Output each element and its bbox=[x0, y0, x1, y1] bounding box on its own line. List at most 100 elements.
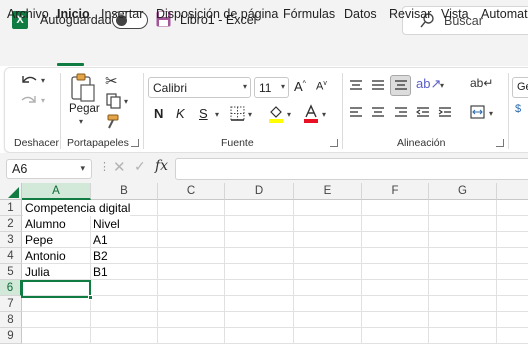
copy-icon[interactable] bbox=[106, 93, 122, 109]
active-tab-indicator bbox=[57, 63, 84, 66]
borders-dropdown-icon[interactable]: ▾ bbox=[248, 110, 252, 119]
insert-function-button[interactable]: fx bbox=[155, 158, 168, 174]
align-right-icon[interactable] bbox=[394, 106, 408, 118]
cell-b4[interactable]: B2 bbox=[91, 248, 108, 264]
cell-a2[interactable]: Alumno bbox=[23, 216, 66, 232]
row-header-7[interactable]: 7 bbox=[0, 296, 22, 312]
font-size-select[interactable]: 11 ▾ bbox=[254, 77, 289, 98]
decrease-font-icon[interactable]: Av bbox=[316, 80, 327, 93]
column-header-e[interactable]: E bbox=[294, 183, 362, 200]
cut-icon[interactable]: ✂ bbox=[105, 72, 118, 90]
column-header-a[interactable]: A bbox=[22, 183, 91, 200]
fill-handle[interactable] bbox=[88, 295, 93, 300]
increase-indent-icon[interactable] bbox=[438, 106, 452, 118]
column-header-c[interactable]: C bbox=[158, 183, 225, 200]
gridline bbox=[22, 311, 528, 312]
font-color-dropdown-icon[interactable]: ▾ bbox=[322, 110, 326, 119]
align-center-icon[interactable] bbox=[371, 106, 385, 118]
more-options-icon[interactable]: ⋮ bbox=[99, 160, 110, 173]
tab-insertar[interactable]: Insertar bbox=[101, 7, 143, 21]
row-header-6[interactable]: 6 bbox=[0, 280, 22, 296]
group-label-font: Fuente bbox=[221, 137, 254, 149]
column-header-h[interactable] bbox=[497, 183, 528, 200]
cell-b3[interactable]: A1 bbox=[91, 232, 108, 248]
paste-icon[interactable] bbox=[70, 73, 96, 103]
gridline bbox=[22, 295, 528, 296]
undo-icon[interactable] bbox=[19, 72, 39, 88]
align-left-icon[interactable] bbox=[349, 106, 363, 118]
chevron-down-icon: ▾ bbox=[80, 163, 85, 173]
row-header-2[interactable]: 2 bbox=[0, 216, 22, 232]
font-name-select[interactable]: Calibri ▾ bbox=[148, 77, 251, 98]
fill-color-dropdown-icon[interactable]: ▾ bbox=[287, 110, 291, 119]
gridline bbox=[428, 200, 429, 344]
cancel-icon: ✕ bbox=[113, 159, 126, 176]
tab-revisar[interactable]: Revisar bbox=[389, 7, 431, 21]
fill-color-icon[interactable] bbox=[267, 104, 285, 124]
chevron-down-icon: ▾ bbox=[242, 82, 247, 91]
tab-disposicion-pagina[interactable]: Disposición de página bbox=[156, 7, 278, 21]
name-box[interactable]: A6 ▾ bbox=[6, 159, 92, 179]
tab-vista[interactable]: Vista bbox=[441, 7, 469, 21]
cell-a3[interactable]: Pepe bbox=[23, 232, 53, 248]
bold-button[interactable]: N bbox=[154, 106, 163, 121]
group-label-undo: Deshacer bbox=[14, 137, 59, 149]
number-format-select[interactable]: Ge bbox=[512, 77, 528, 98]
tab-archivo[interactable]: Archivo bbox=[7, 7, 49, 21]
column-header-b[interactable]: B bbox=[91, 183, 158, 200]
row-header-8[interactable]: 8 bbox=[0, 312, 22, 328]
borders-icon[interactable] bbox=[230, 106, 245, 121]
formula-input[interactable] bbox=[175, 158, 528, 180]
underline-button[interactable]: S bbox=[199, 106, 208, 121]
column-header-g[interactable]: G bbox=[429, 183, 497, 200]
cell-a5[interactable]: Julia bbox=[23, 264, 50, 280]
tab-formulas[interactable]: Fórmulas bbox=[283, 7, 335, 21]
group-separator bbox=[342, 73, 343, 149]
align-top-icon[interactable] bbox=[349, 79, 363, 91]
cell-b2[interactable]: Nivel bbox=[91, 216, 120, 232]
row-header-5[interactable]: 5 bbox=[0, 264, 22, 280]
underline-dropdown-icon[interactable]: ▾ bbox=[215, 110, 219, 119]
merge-dropdown-icon[interactable]: ▾ bbox=[489, 109, 493, 118]
cell-a1[interactable]: Competencia digital bbox=[23, 200, 131, 216]
paste-dropdown-icon[interactable]: ▾ bbox=[79, 117, 83, 126]
copy-dropdown-icon[interactable]: ▾ bbox=[124, 97, 128, 106]
tab-automatizar[interactable]: Automati bbox=[481, 7, 528, 21]
cell-b5[interactable]: B1 bbox=[91, 264, 108, 280]
alignment-launcher-icon[interactable] bbox=[496, 139, 504, 147]
wrap-text-icon[interactable]: ab↵ bbox=[470, 76, 493, 90]
group-separator bbox=[60, 73, 61, 149]
paste-label[interactable]: Pegar bbox=[69, 103, 100, 115]
tab-datos[interactable]: Datos bbox=[344, 7, 377, 21]
orientation-icon[interactable]: ab↗ bbox=[416, 76, 441, 92]
column-header-f[interactable]: F bbox=[362, 183, 429, 200]
gridline bbox=[224, 200, 225, 344]
gridline bbox=[496, 200, 497, 344]
font-color-icon[interactable] bbox=[303, 104, 319, 124]
orientation-dropdown-icon[interactable]: ▾ bbox=[440, 81, 444, 90]
undo-dropdown-icon[interactable]: ▾ bbox=[41, 76, 45, 85]
select-all-icon bbox=[8, 187, 19, 198]
row-header-1[interactable]: 1 bbox=[0, 200, 22, 216]
clipboard-launcher-icon[interactable] bbox=[131, 139, 139, 147]
italic-button[interactable]: K bbox=[176, 106, 185, 121]
currency-icon[interactable]: $ bbox=[515, 103, 521, 115]
cell-a4[interactable]: Antonio bbox=[23, 248, 66, 264]
row-header-9[interactable]: 9 bbox=[0, 328, 22, 344]
merge-center-icon[interactable] bbox=[470, 105, 485, 119]
row-header-4[interactable]: 4 bbox=[0, 248, 22, 264]
font-name-value: Calibri bbox=[153, 81, 188, 95]
group-separator bbox=[143, 73, 144, 149]
align-middle-icon[interactable] bbox=[371, 79, 385, 91]
format-painter-icon[interactable] bbox=[104, 114, 120, 130]
active-cell-a6[interactable] bbox=[21, 280, 91, 298]
font-size-value: 11 bbox=[259, 81, 272, 95]
group-label-alignment: Alineación bbox=[397, 137, 446, 149]
font-launcher-icon[interactable] bbox=[330, 139, 338, 147]
increase-font-icon[interactable]: A^ bbox=[294, 79, 306, 94]
row-header-3[interactable]: 3 bbox=[0, 232, 22, 248]
column-header-d[interactable]: D bbox=[225, 183, 294, 200]
tab-inicio[interactable]: Inicio bbox=[57, 7, 90, 21]
gridline bbox=[293, 200, 294, 344]
decrease-indent-icon[interactable] bbox=[416, 106, 430, 118]
